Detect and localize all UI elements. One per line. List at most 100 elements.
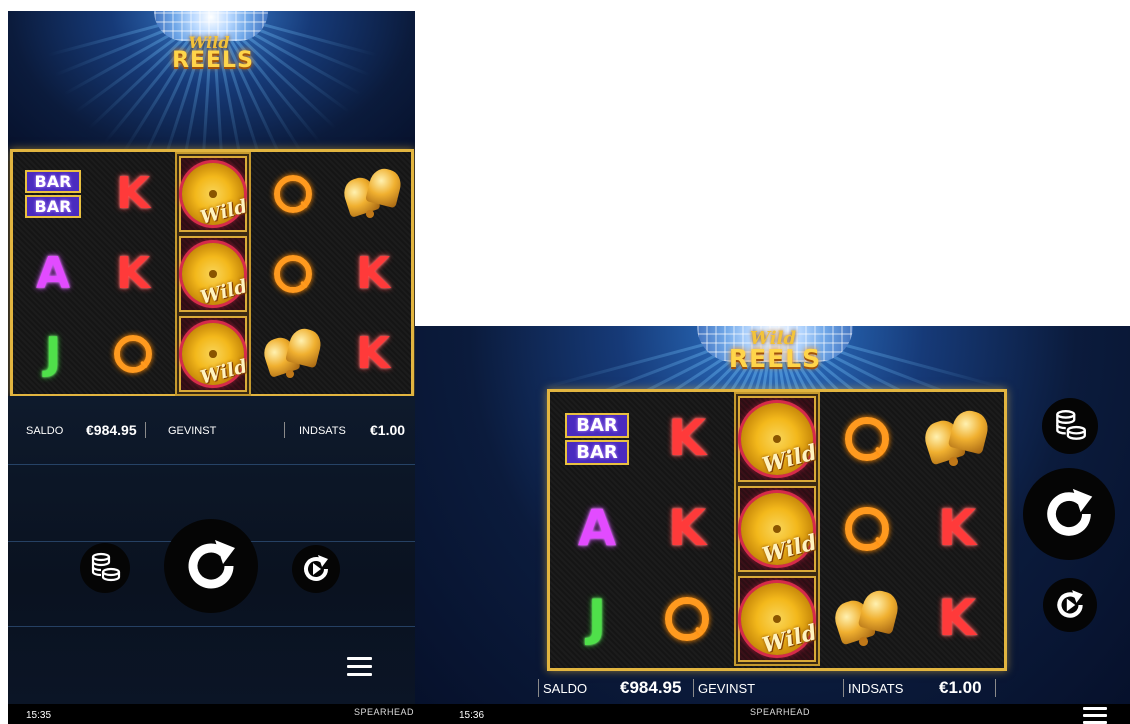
brand-label: SPEARHEAD: [750, 707, 811, 717]
symbol-q-ring: [273, 174, 313, 214]
clock: 15:35: [26, 710, 52, 721]
reel-grid: Wild Wild Wild BAR BAR K A K K J K: [547, 389, 1007, 671]
symbol-q-ring: [273, 254, 313, 294]
wild-reel-column: Wild Wild Wild: [175, 152, 251, 396]
bet-label: INDSATS: [848, 681, 904, 696]
bet-value: €1.00: [939, 678, 982, 697]
spin-arrow-icon: [188, 540, 235, 589]
symbol-q-ring: [113, 334, 153, 374]
symbol-double-bar: BAR BAR: [13, 154, 93, 234]
logo-reels-text: REELS: [172, 48, 254, 73]
autoplay-button[interactable]: [1043, 578, 1097, 632]
symbol-q: [642, 574, 732, 664]
wild-record-icon: Wild: [182, 243, 250, 308]
wild-text: Wild: [198, 355, 250, 389]
clock: 15:36: [459, 710, 485, 721]
symbol-k-letter: K: [937, 499, 977, 558]
bet-button[interactable]: [80, 543, 130, 593]
wild-symbol: Wild: [179, 236, 250, 312]
spin-arrow-icon: [1047, 488, 1093, 536]
symbol-q: [822, 484, 912, 574]
symbol-q-ring: [665, 597, 709, 641]
wild-symbol: Wild: [738, 396, 820, 482]
coin-stack-icon: [1056, 410, 1086, 440]
symbol-k: K: [912, 574, 1002, 664]
bar-label: BAR: [24, 195, 82, 218]
symbol-bells: [912, 394, 1002, 484]
autoplay-icon: [304, 555, 328, 581]
wild-record-icon: Wild: [741, 493, 820, 569]
brand-label: SPEARHEAD: [354, 707, 415, 717]
wild-text: Wild: [759, 530, 820, 569]
win-label: GEVINST: [698, 681, 756, 696]
symbol-double-bar: BAR BAR: [552, 394, 642, 484]
info-bar: SALDO €984.95 GEVINST INDSATS €1.00: [8, 416, 415, 444]
hamburger-menu-icon[interactable]: [1083, 707, 1107, 724]
symbol-q: [253, 234, 333, 314]
spin-button[interactable]: [1023, 468, 1115, 560]
balance-value: €984.95: [86, 422, 137, 438]
autoplay-button[interactable]: [292, 545, 340, 593]
symbol-k: K: [912, 484, 1002, 574]
bar-label: BAR: [24, 170, 82, 193]
symbol-bells: [822, 574, 912, 664]
symbol-a-letter: A: [35, 248, 71, 299]
balance-label: SALDO: [26, 425, 64, 437]
wild-reel-column: Wild Wild Wild: [734, 392, 820, 666]
spin-button[interactable]: [164, 519, 258, 613]
symbol-q-ring: [845, 417, 889, 461]
wild-symbol: Wild: [179, 316, 250, 392]
symbol-k-letter: K: [355, 328, 391, 379]
bet-label: INDSATS: [299, 425, 346, 437]
symbol-k-letter: K: [115, 168, 151, 219]
wild-record-icon: Wild: [182, 323, 250, 388]
wild-record-icon: Wild: [182, 163, 250, 228]
balance-value: €984.95: [620, 678, 682, 697]
info-bar: SALDO €984.95 GEVINST INDSATS €1.00: [415, 675, 1130, 701]
symbol-q: [93, 314, 173, 394]
bells-icon: [920, 407, 991, 467]
symbol-q-ring: [845, 507, 889, 551]
game-logo: Wild REELS: [158, 33, 268, 73]
symbol-a: A: [552, 484, 642, 574]
symbol-a: A: [13, 234, 93, 314]
symbol-k-letter: K: [667, 409, 707, 468]
landscape-game-screen: Wild REELS Wild Wild Wild BAR BAR K A K K J K SALD…: [415, 326, 1130, 724]
symbol-k-letter: K: [355, 248, 391, 299]
symbol-k: K: [93, 154, 173, 234]
symbol-bells: [253, 314, 333, 394]
game-logo: Wild REELS: [715, 328, 835, 373]
bet-button[interactable]: [1042, 398, 1098, 454]
symbol-j-letter: J: [44, 328, 62, 379]
symbol-q: [253, 154, 333, 234]
wild-text: Wild: [759, 440, 820, 479]
symbol-k: K: [642, 484, 732, 574]
symbol-k-letter: K: [937, 589, 977, 648]
symbol-k: K: [333, 314, 413, 394]
symbol-k-letter: K: [667, 499, 707, 558]
wild-text: Wild: [198, 195, 250, 229]
symbol-j-letter: J: [587, 589, 607, 648]
wild-record-icon: Wild: [741, 583, 820, 659]
hamburger-menu-icon[interactable]: [347, 657, 372, 681]
reel-grid: Wild Wild Wild BAR BAR K A K K J K: [10, 149, 414, 397]
win-label: GEVINST: [168, 425, 217, 437]
bar-label: BAR: [565, 413, 629, 438]
symbol-k: K: [333, 234, 413, 314]
wild-text: Wild: [759, 620, 820, 659]
symbol-k: K: [642, 394, 732, 484]
bells-icon: [340, 166, 404, 219]
bells-icon: [830, 587, 901, 647]
symbol-k: K: [93, 234, 173, 314]
bar-label: BAR: [565, 440, 629, 465]
symbol-j: J: [552, 574, 642, 664]
double-bar-icon: BAR BAR: [565, 413, 629, 465]
logo-reels-text: REELS: [728, 344, 822, 373]
status-bar: 15:36 SPEARHEAD: [415, 704, 1130, 724]
symbol-k-letter: K: [115, 248, 151, 299]
wild-symbol: Wild: [738, 576, 820, 662]
bet-value: €1.00: [370, 422, 406, 438]
bells-icon: [260, 326, 324, 379]
symbol-q: [822, 394, 912, 484]
coin-stack-icon: [91, 552, 121, 582]
